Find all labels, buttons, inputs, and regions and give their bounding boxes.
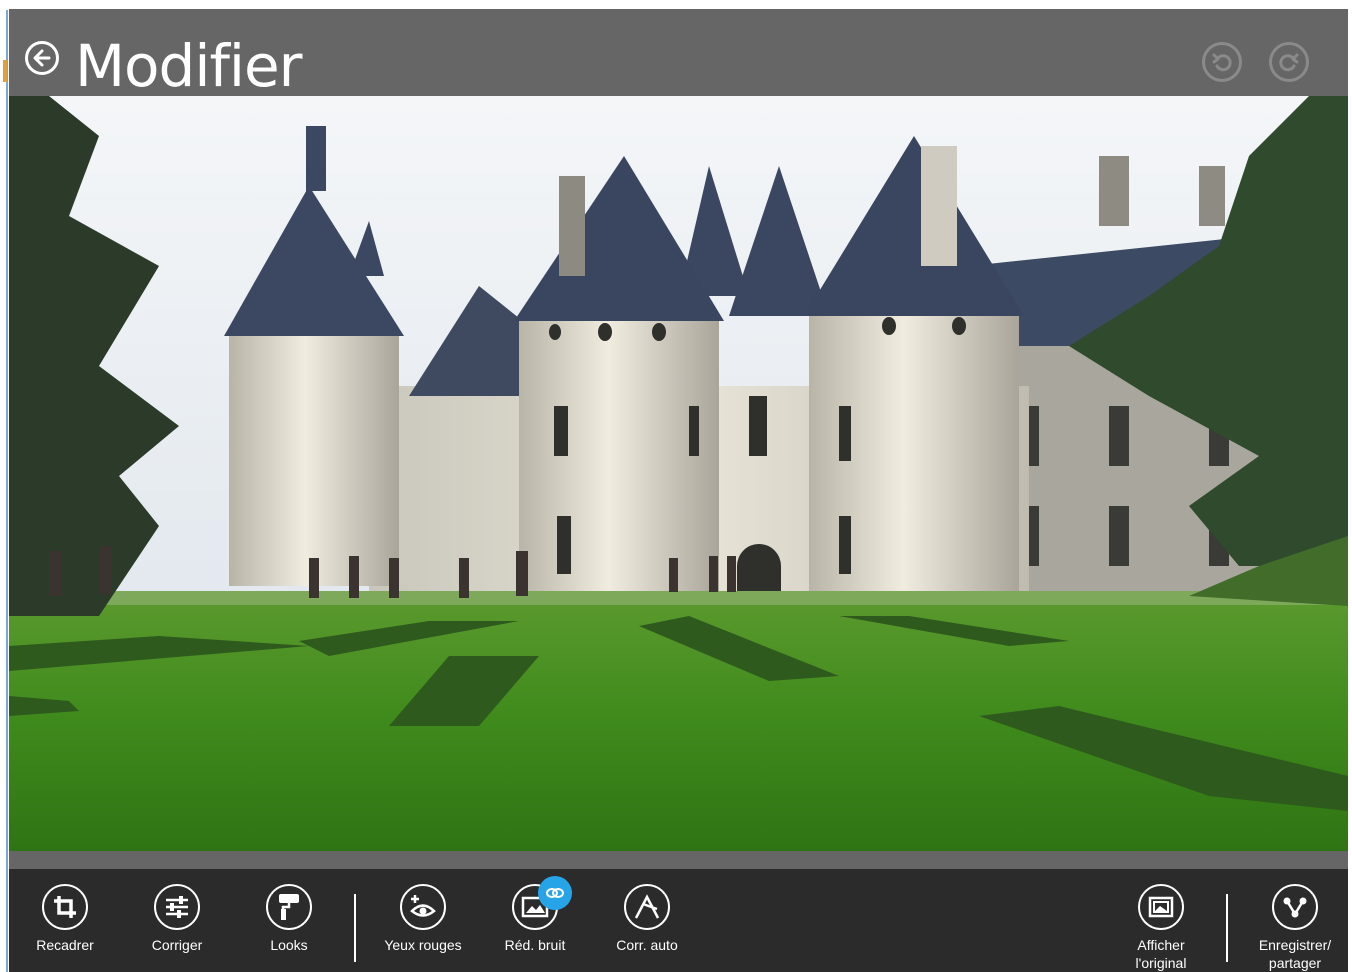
- back-button[interactable]: [25, 41, 59, 75]
- title-bar: Modifier: [9, 9, 1348, 100]
- window-left-edge: [0, 0, 9, 972]
- yeux-rouges-button[interactable]: Yeux rouges: [373, 884, 473, 954]
- redo-icon: [1279, 53, 1299, 72]
- red-eye-icon: [410, 895, 436, 917]
- corriger-button[interactable]: Corriger: [127, 884, 227, 954]
- active-badge: [538, 876, 572, 910]
- yeux-rouges-label: Yeux rouges: [384, 937, 462, 953]
- undo-button[interactable]: [1202, 42, 1242, 82]
- magic-wand-icon: [634, 894, 660, 919]
- afficher-original-label: Afficher l'original: [1135, 937, 1187, 971]
- corr-auto-label: Corr. auto: [616, 937, 678, 953]
- app-window: Modifier Recadrer Corriger Looks Yeux ro…: [0, 0, 1352, 972]
- corriger-label: Corriger: [151, 937, 203, 953]
- corr-auto-button[interactable]: Corr. auto: [597, 884, 697, 954]
- photo-bottom-strip: [9, 851, 1348, 869]
- recadrer-label: Recadrer: [36, 937, 94, 953]
- link-icon: [546, 888, 564, 898]
- separator: [354, 894, 356, 962]
- looks-button[interactable]: Looks: [239, 884, 339, 954]
- crop-icon: [54, 896, 76, 918]
- enregistrer-partager-label: Enregistrer/ partager: [1258, 937, 1332, 971]
- recadrer-button[interactable]: Recadrer: [15, 884, 115, 954]
- share-icon: [1283, 897, 1307, 918]
- red-bruit-label: Réd. bruit: [504, 937, 566, 953]
- enregistrer-partager-button[interactable]: Enregistrer/ partager: [1245, 884, 1345, 972]
- photo-canvas[interactable]: [9, 96, 1348, 851]
- app-bar: Recadrer Corriger Looks Yeux rouges Réd.…: [9, 869, 1348, 972]
- page-title: Modifier: [75, 32, 303, 100]
- paint-roller-icon: [279, 894, 299, 920]
- undo-icon: [1212, 53, 1232, 72]
- looks-label: Looks: [270, 937, 308, 953]
- separator: [1226, 894, 1228, 962]
- castle-photo: [9, 96, 1348, 851]
- sliders-icon: [166, 896, 188, 918]
- back-arrow-icon: [33, 49, 51, 67]
- original-image-icon: [1148, 896, 1174, 918]
- redo-button[interactable]: [1269, 42, 1309, 82]
- afficher-original-button[interactable]: Afficher l'original: [1111, 884, 1211, 972]
